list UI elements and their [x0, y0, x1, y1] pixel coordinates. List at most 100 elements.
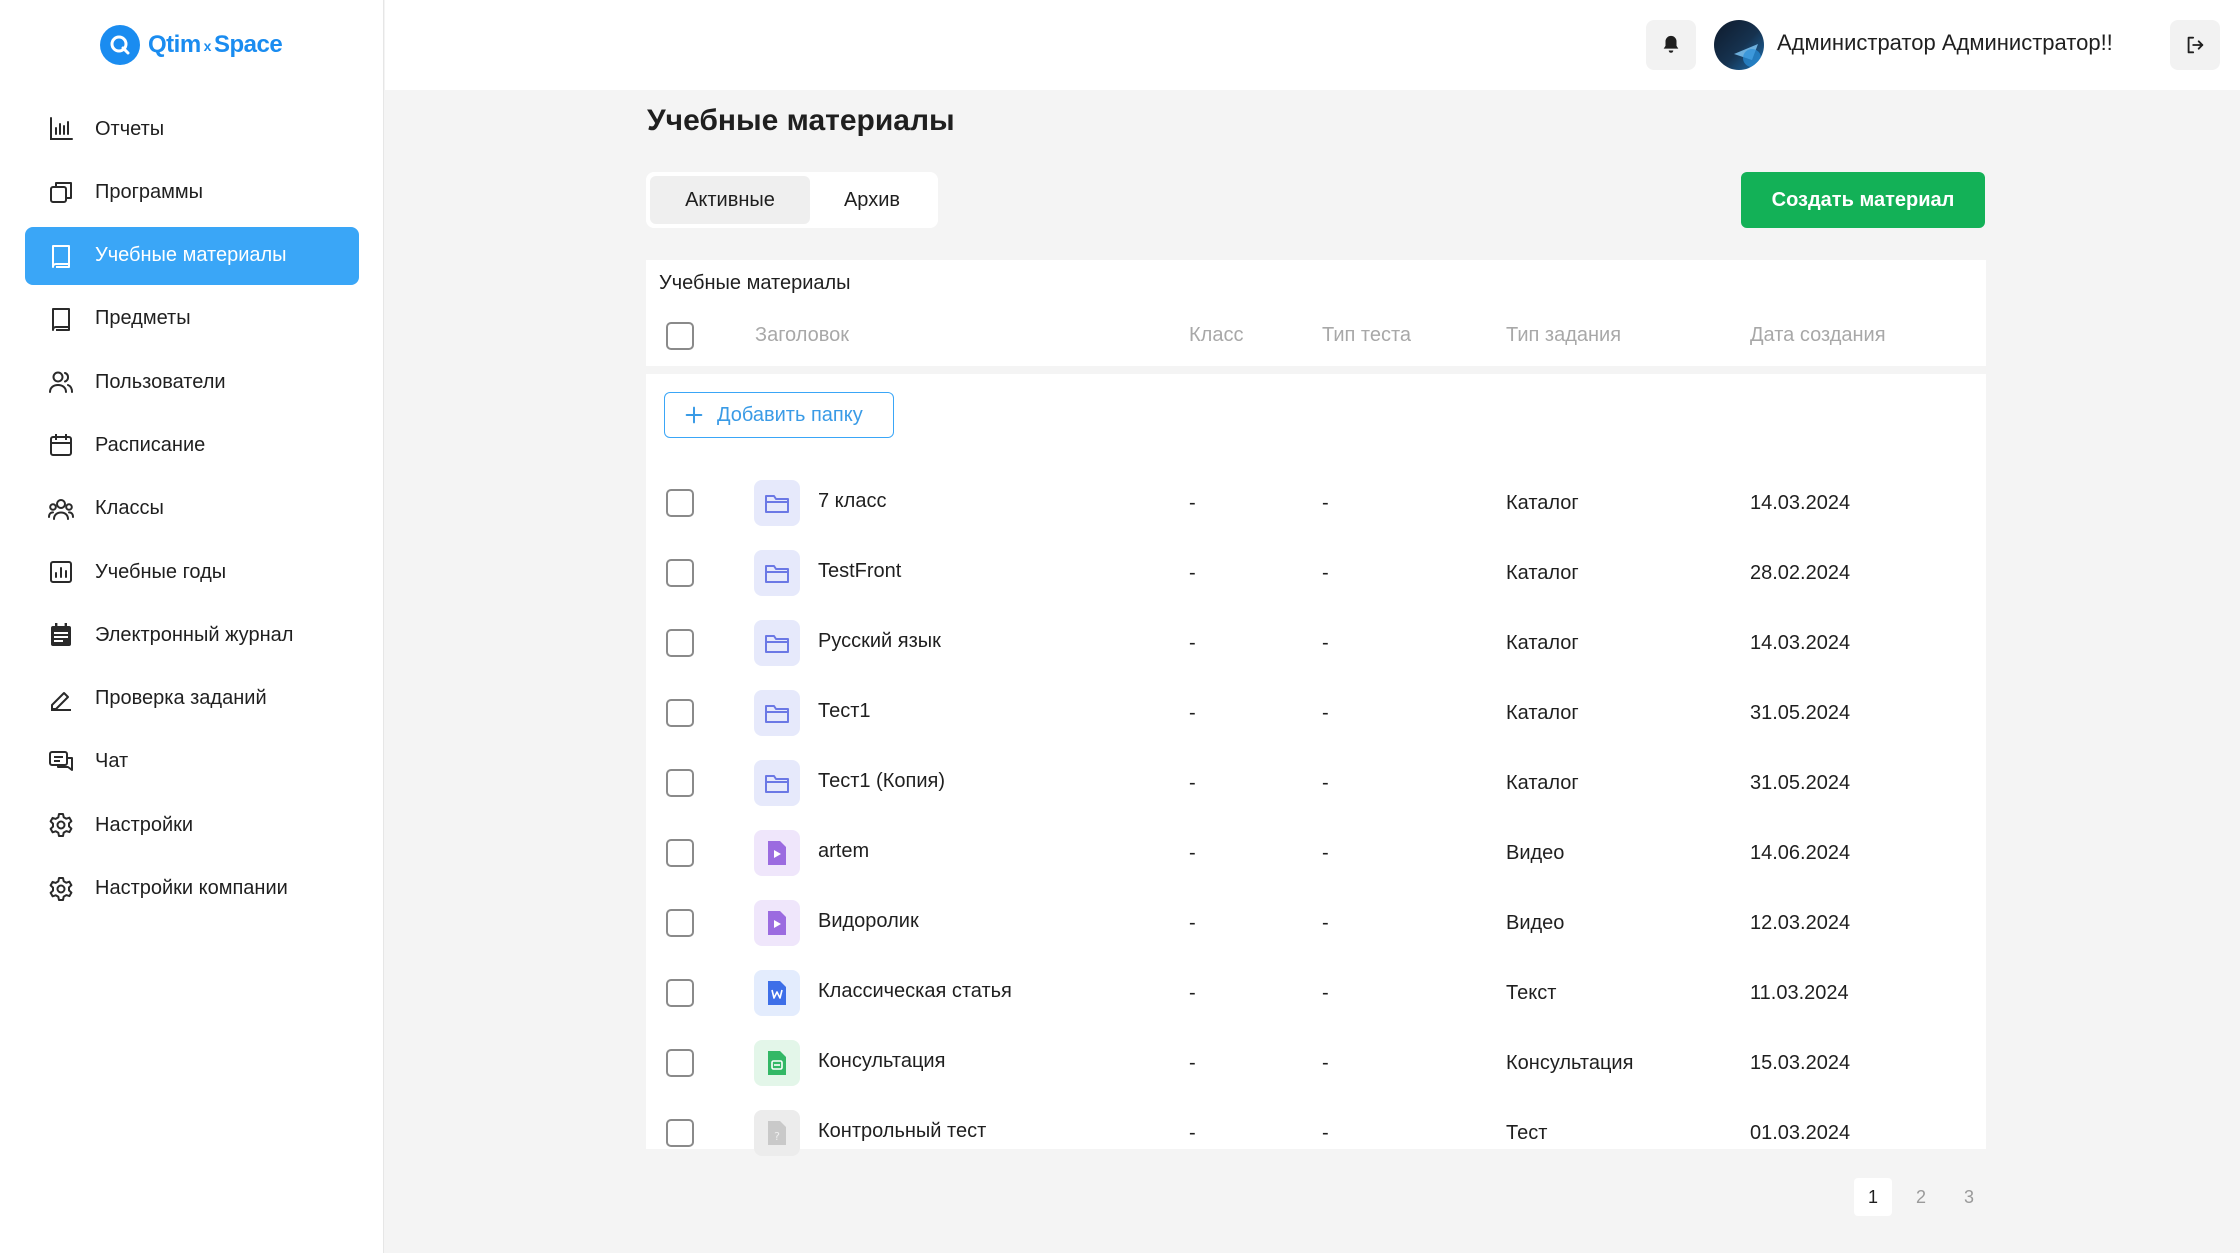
row-checkbox[interactable]	[666, 1119, 694, 1147]
book-icon	[47, 242, 75, 270]
sidebar-item-3[interactable]: Учебные материалы	[25, 226, 359, 285]
table-row[interactable]: Тест1 - - Каталог 31.05.2024	[646, 678, 1986, 748]
row-title[interactable]: Видоролик	[818, 910, 919, 933]
page-button-2[interactable]: 2	[1902, 1178, 1940, 1216]
topbar: Администратор Администратор!!	[385, 0, 2240, 90]
sidebar-item-11[interactable]: Чат	[25, 733, 359, 791]
row-class: -	[1189, 912, 1196, 934]
row-checkbox[interactable]	[666, 769, 694, 797]
row-checkbox[interactable]	[666, 629, 694, 657]
video-file-icon	[754, 900, 800, 946]
logo[interactable]: Qtim x Space	[100, 24, 283, 66]
sidebar-item-label: Проверка заданий	[95, 687, 267, 710]
row-created-date: 11.03.2024	[1750, 982, 1849, 1004]
sidebar: Qtim x Space Отчеты Программы Учебные матери…	[0, 0, 384, 1253]
table-row[interactable]: ? Контрольный тест - - Тест 01.03.2024	[646, 1098, 1986, 1168]
row-checkbox[interactable]	[666, 699, 694, 727]
folder-icon	[754, 690, 800, 736]
row-test-type: -	[1322, 772, 1329, 794]
table-row[interactable]: 7 класс - - Каталог 14.03.2024	[646, 468, 1986, 538]
pagination: 123	[1854, 1178, 1988, 1216]
row-title[interactable]: Консультация	[818, 1050, 945, 1073]
row-test-type: -	[1322, 702, 1329, 724]
row-class: -	[1189, 492, 1196, 514]
row-created-date: 14.03.2024	[1750, 632, 1851, 654]
sidebar-item-4[interactable]: Предметы	[25, 290, 359, 348]
row-task-type: Текст	[1506, 982, 1557, 1004]
row-test-type: -	[1322, 562, 1329, 584]
sidebar-item-13[interactable]: Настройки компании	[25, 860, 359, 918]
row-test-type: -	[1322, 1052, 1329, 1074]
word-file-icon	[754, 970, 800, 1016]
sidebar-item-9[interactable]: Электронный журнал	[25, 606, 359, 664]
row-checkbox[interactable]	[666, 839, 694, 867]
logout-button[interactable]	[2170, 20, 2220, 70]
avatar[interactable]	[1714, 20, 1764, 70]
row-checkbox[interactable]	[666, 979, 694, 1007]
calendar-icon	[47, 431, 75, 459]
table-row[interactable]: Русский язык - - Каталог 14.03.2024	[646, 608, 1986, 678]
tab-archive[interactable]: Архив	[810, 176, 934, 224]
row-checkbox[interactable]	[666, 909, 694, 937]
table-row[interactable]: Тест1 (Копия) - - Каталог 31.05.2024	[646, 748, 1986, 818]
row-task-type: Видео	[1506, 912, 1565, 934]
row-task-type: Каталог	[1506, 702, 1579, 724]
row-title[interactable]: 7 класс	[818, 490, 886, 513]
add-folder-button[interactable]: Добавить папку	[664, 392, 894, 438]
sidebar-item-label: Учебные материалы	[95, 244, 287, 267]
column-header-test-type[interactable]: Тип теста	[1322, 324, 1411, 347]
sidebar-item-1[interactable]: Отчеты	[25, 100, 359, 158]
sidebar-item-label: Расписание	[95, 433, 206, 456]
row-title[interactable]: Тест1	[818, 700, 871, 723]
create-material-button[interactable]: Создать материал	[1741, 172, 1985, 228]
page-button-1[interactable]: 1	[1854, 1178, 1892, 1216]
table-row[interactable]: TestFront - - Каталог 28.02.2024	[646, 538, 1986, 608]
column-header-class[interactable]: Класс	[1189, 324, 1243, 347]
logo-text-right: Space	[213, 31, 283, 58]
copy-icon	[47, 178, 75, 206]
sidebar-item-8[interactable]: Учебные годы	[25, 543, 359, 601]
bell-icon	[1663, 35, 1679, 53]
sidebar-item-label: Классы	[95, 497, 164, 520]
row-created-date: 31.05.2024	[1750, 702, 1851, 724]
sidebar-item-label: Электронный журнал	[95, 623, 294, 646]
sidebar-item-label: Настройки компании	[95, 877, 288, 900]
column-header-task-type[interactable]: Тип задания	[1506, 324, 1621, 347]
sidebar-item-10[interactable]: Проверка заданий	[25, 670, 359, 728]
notifications-button[interactable]	[1646, 20, 1696, 70]
sidebar-item-7[interactable]: Классы	[25, 480, 359, 538]
column-header-title[interactable]: Заголовок	[755, 324, 849, 347]
table-row[interactable]: Консультация - - Консультация 15.03.2024	[646, 1028, 1986, 1098]
row-class: -	[1189, 562, 1196, 584]
row-checkbox[interactable]	[666, 489, 694, 517]
sidebar-item-12[interactable]: Настройки	[25, 796, 359, 854]
row-class: -	[1189, 842, 1196, 864]
row-title[interactable]: TestFront	[818, 560, 901, 583]
row-test-type: -	[1322, 912, 1329, 934]
select-all-checkbox[interactable]	[666, 322, 694, 350]
user-name[interactable]: Администратор Администратор!!	[1777, 30, 2113, 56]
tab-active[interactable]: Активные	[650, 176, 810, 224]
table-row[interactable]: Классическая статья - - Текст 11.03.2024	[646, 958, 1986, 1028]
row-checkbox[interactable]	[666, 559, 694, 587]
row-title[interactable]: Тест1 (Копия)	[818, 770, 945, 793]
column-header-created-date[interactable]: Дата создания	[1750, 324, 1886, 347]
row-created-date: 01.03.2024	[1750, 1122, 1851, 1144]
row-class: -	[1189, 632, 1196, 654]
sidebar-item-2[interactable]: Программы	[25, 163, 359, 221]
row-title[interactable]: Классическая статья	[818, 980, 1012, 1003]
row-created-date: 14.03.2024	[1750, 492, 1851, 514]
table-row[interactable]: artem - - Видео 14.06.2024	[646, 818, 1986, 888]
sidebar-item-5[interactable]: Пользователи	[25, 353, 359, 411]
row-title[interactable]: Контрольный тест	[818, 1120, 986, 1143]
row-task-type: Консультация	[1506, 1052, 1634, 1074]
table-row[interactable]: Видоролик - - Видео 12.03.2024	[646, 888, 1986, 958]
page-button-3[interactable]: 3	[1950, 1178, 1988, 1216]
row-test-type: -	[1322, 492, 1329, 514]
row-title[interactable]: Русский язык	[818, 630, 941, 653]
row-created-date: 28.02.2024	[1750, 562, 1851, 584]
row-title[interactable]: artem	[818, 840, 869, 863]
table-body: Добавить папку 7 класс - - Каталог 14.03.202…	[646, 374, 1986, 1156]
sidebar-item-6[interactable]: Расписание	[25, 416, 359, 474]
row-checkbox[interactable]	[666, 1049, 694, 1077]
